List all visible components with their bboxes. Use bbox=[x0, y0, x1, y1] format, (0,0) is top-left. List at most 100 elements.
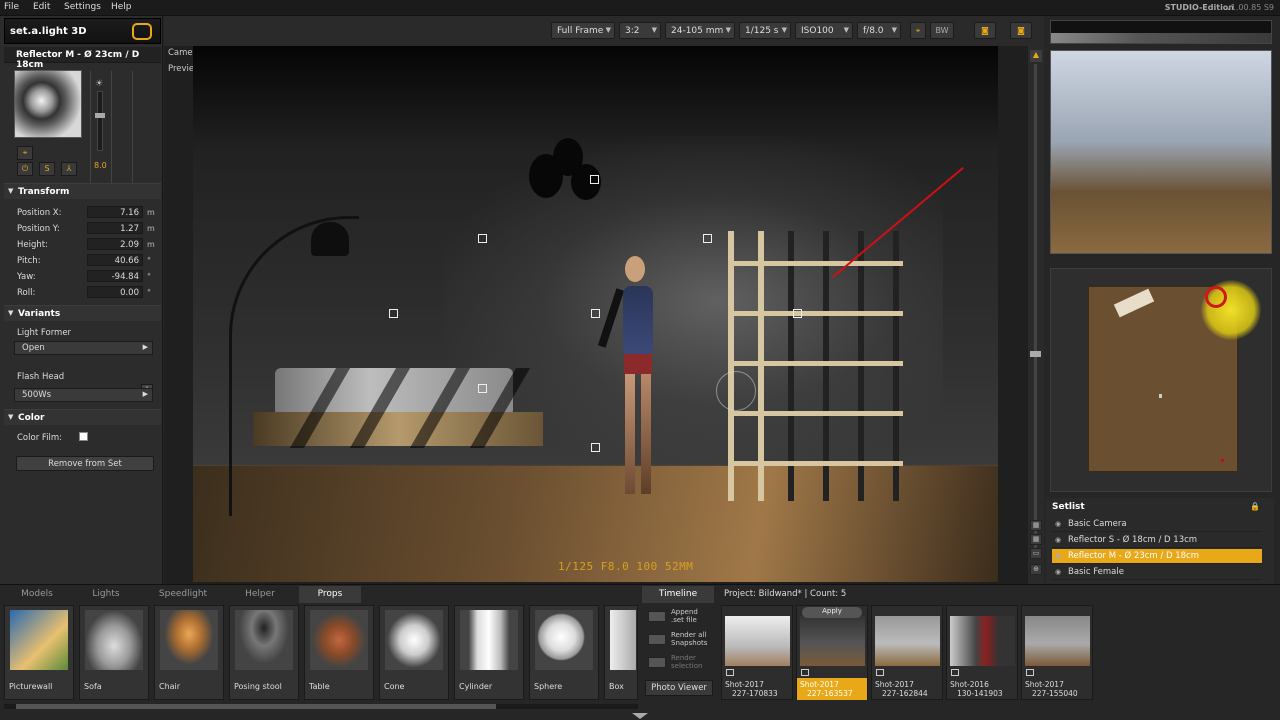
grid-toggle-icon[interactable]: ▦ bbox=[1030, 520, 1042, 531]
selected-light-ring[interactable] bbox=[1205, 286, 1227, 308]
setlist-item[interactable]: ◉ Basic Female bbox=[1052, 565, 1262, 580]
iso-dropdown[interactable]: ISO100 ▼ bbox=[795, 22, 853, 39]
setlist-item-selected[interactable]: ◉ Reflector M - Ø 23cm / D 18cm bbox=[1052, 549, 1262, 564]
target-icon[interactable]: ⌖ bbox=[17, 146, 33, 160]
overlay-toggle-icon[interactable]: ▦ bbox=[1030, 534, 1042, 545]
prop-label: Box bbox=[609, 682, 624, 691]
selection-handle[interactable] bbox=[591, 443, 600, 452]
props-scrollbar[interactable] bbox=[4, 704, 638, 709]
prop-card[interactable]: Picturewall bbox=[4, 605, 74, 700]
prop-label: Picturewall bbox=[9, 682, 53, 691]
snapshot-camera-icon[interactable]: ◙ bbox=[974, 22, 996, 39]
frame-toggle-icon[interactable]: ▭ bbox=[1030, 548, 1042, 559]
map-camera-icon[interactable] bbox=[1159, 394, 1162, 398]
prop-thumbnail bbox=[160, 610, 218, 670]
visibility-eye-icon[interactable]: ◉ bbox=[1055, 520, 1061, 528]
height-field[interactable]: 2.09 bbox=[87, 238, 143, 250]
prop-card[interactable]: Cylinder bbox=[454, 605, 524, 700]
prop-label: Chair bbox=[159, 682, 181, 691]
light-former-select[interactable]: Open ▶ bbox=[14, 341, 153, 355]
prop-card[interactable]: Table bbox=[304, 605, 374, 700]
collapse-arrow-icon[interactable] bbox=[632, 713, 648, 719]
variants-section-header[interactable]: ▼ Variants bbox=[4, 305, 161, 321]
selection-handle[interactable] bbox=[389, 309, 398, 318]
props-scroll-handle[interactable] bbox=[16, 704, 496, 709]
version-label: v1.00.85 S9 bbox=[1226, 3, 1274, 12]
prop-card[interactable]: Cone bbox=[379, 605, 449, 700]
menu-edit[interactable]: Edit bbox=[33, 2, 50, 12]
position-y-field[interactable]: 1.27 bbox=[87, 222, 143, 234]
model-torso bbox=[623, 286, 653, 356]
setlist-item[interactable]: ◉ Reflector S - Ø 18cm / D 13cm bbox=[1052, 533, 1262, 548]
roll-field[interactable]: 0.00 bbox=[87, 286, 143, 298]
intensity-slider-handle[interactable] bbox=[95, 113, 105, 118]
flash-head-label: Flash Head bbox=[17, 372, 65, 382]
3d-overview[interactable] bbox=[1050, 50, 1272, 254]
selection-handle[interactable] bbox=[590, 175, 599, 184]
flash-head-select[interactable]: 500Ws ▶ bbox=[14, 388, 153, 402]
tripod-icon[interactable]: ⅄ bbox=[61, 162, 77, 176]
tab-timeline[interactable]: Timeline bbox=[642, 586, 714, 603]
format-dropdown[interactable]: Full Frame ▼ bbox=[551, 22, 615, 39]
snapshot-thumb[interactable]: Shot-2017 227-170833 bbox=[721, 605, 793, 700]
intensity-slider[interactable] bbox=[97, 91, 103, 151]
target-icon[interactable]: ⊕ bbox=[1030, 564, 1042, 575]
zoom-scrollbar[interactable]: ▲ ▦ ▦ ▭ ⊕ bbox=[1028, 46, 1044, 584]
tab-lights[interactable]: Lights bbox=[72, 586, 140, 603]
tab-models[interactable]: Models bbox=[4, 586, 70, 603]
color-section-header[interactable]: ▼ Color bbox=[4, 409, 161, 425]
lens-dropdown[interactable]: 24-105 mm ▼ bbox=[665, 22, 735, 39]
visibility-eye-icon[interactable]: ◉ bbox=[1055, 568, 1061, 576]
apply-button[interactable]: Apply bbox=[802, 607, 862, 618]
selection-handle[interactable] bbox=[703, 234, 712, 243]
position-x-field[interactable]: 7.16 bbox=[87, 206, 143, 218]
snapshot-thumb-selected[interactable]: Shot-2017 227-163537 bbox=[796, 605, 868, 700]
menu-help[interactable]: Help bbox=[111, 2, 132, 12]
prop-card[interactable]: Sofa bbox=[79, 605, 149, 700]
yaw-field[interactable]: -94.84 bbox=[87, 270, 143, 282]
zoom-top-icon[interactable]: ▲ bbox=[1030, 50, 1042, 62]
selection-handle[interactable] bbox=[793, 309, 802, 318]
prop-card[interactable]: Box bbox=[604, 605, 638, 700]
tab-helper[interactable]: Helper bbox=[224, 586, 296, 603]
camera-viewport[interactable]: Camera Preview 1/125 F8.0 100 52MM bbox=[164, 46, 1028, 584]
aperture-dropdown[interactable]: f/8.0 ▼ bbox=[857, 22, 901, 39]
render-camera-icon[interactable]: ◙ bbox=[1010, 22, 1032, 39]
focus-point-ring[interactable] bbox=[716, 371, 756, 411]
snapshot-thumb[interactable]: Shot-2017 227-162844 bbox=[871, 605, 943, 700]
snapshot-thumb[interactable]: Shot-2017 227-155040 bbox=[1021, 605, 1093, 700]
visibility-eye-icon[interactable]: ◉ bbox=[1055, 536, 1061, 544]
tab-speedlight[interactable]: Speedlight bbox=[145, 586, 221, 603]
setlist-item[interactable]: ◉ Basic Camera bbox=[1052, 517, 1262, 532]
photo-viewer-button[interactable]: Photo Viewer bbox=[645, 680, 713, 696]
prop-card[interactable]: Sphere bbox=[529, 605, 599, 700]
selection-handle[interactable] bbox=[591, 309, 600, 318]
ratio-dropdown[interactable]: 3:2 ▼ bbox=[619, 22, 661, 39]
color-film-swatch[interactable] bbox=[79, 432, 88, 441]
bw-button[interactable]: BW bbox=[930, 22, 954, 39]
prop-card[interactable]: Posing stool bbox=[229, 605, 299, 700]
tab-props[interactable]: Props bbox=[299, 586, 361, 603]
selection-handle[interactable] bbox=[478, 384, 487, 393]
snapshot-thumb[interactable]: Shot-2016 130-141903 bbox=[946, 605, 1018, 700]
zoom-track[interactable] bbox=[1034, 64, 1037, 554]
append-set-file-button[interactable]: Append .set file bbox=[645, 608, 715, 626]
top-view-map[interactable] bbox=[1050, 268, 1272, 492]
render-selection-button[interactable]: Render selection bbox=[645, 654, 715, 672]
snapshot-id: 130-141903 bbox=[957, 689, 1003, 698]
remove-from-set-button[interactable]: Remove from Set bbox=[16, 456, 154, 471]
pitch-field[interactable]: 40.66 bbox=[87, 254, 143, 266]
solo-icon[interactable]: S bbox=[39, 162, 55, 176]
power-icon[interactable]: ⏻ bbox=[17, 162, 33, 176]
transform-section-header[interactable]: ▼ Transform bbox=[4, 183, 161, 199]
visibility-eye-icon[interactable]: ◉ bbox=[1055, 552, 1061, 560]
prop-card[interactable]: Chair bbox=[154, 605, 224, 700]
zoom-handle[interactable] bbox=[1030, 351, 1041, 357]
selection-handle[interactable] bbox=[478, 234, 487, 243]
menu-settings[interactable]: Settings bbox=[64, 2, 101, 12]
focus-target-icon[interactable]: ⌖ bbox=[910, 22, 926, 39]
render-all-button[interactable]: Render all Snapshots bbox=[645, 631, 715, 649]
shutter-dropdown[interactable]: 1/125 s ▼ bbox=[739, 22, 791, 39]
menu-file[interactable]: File bbox=[4, 2, 19, 12]
lock-icon[interactable]: 🔒 bbox=[1250, 502, 1260, 511]
